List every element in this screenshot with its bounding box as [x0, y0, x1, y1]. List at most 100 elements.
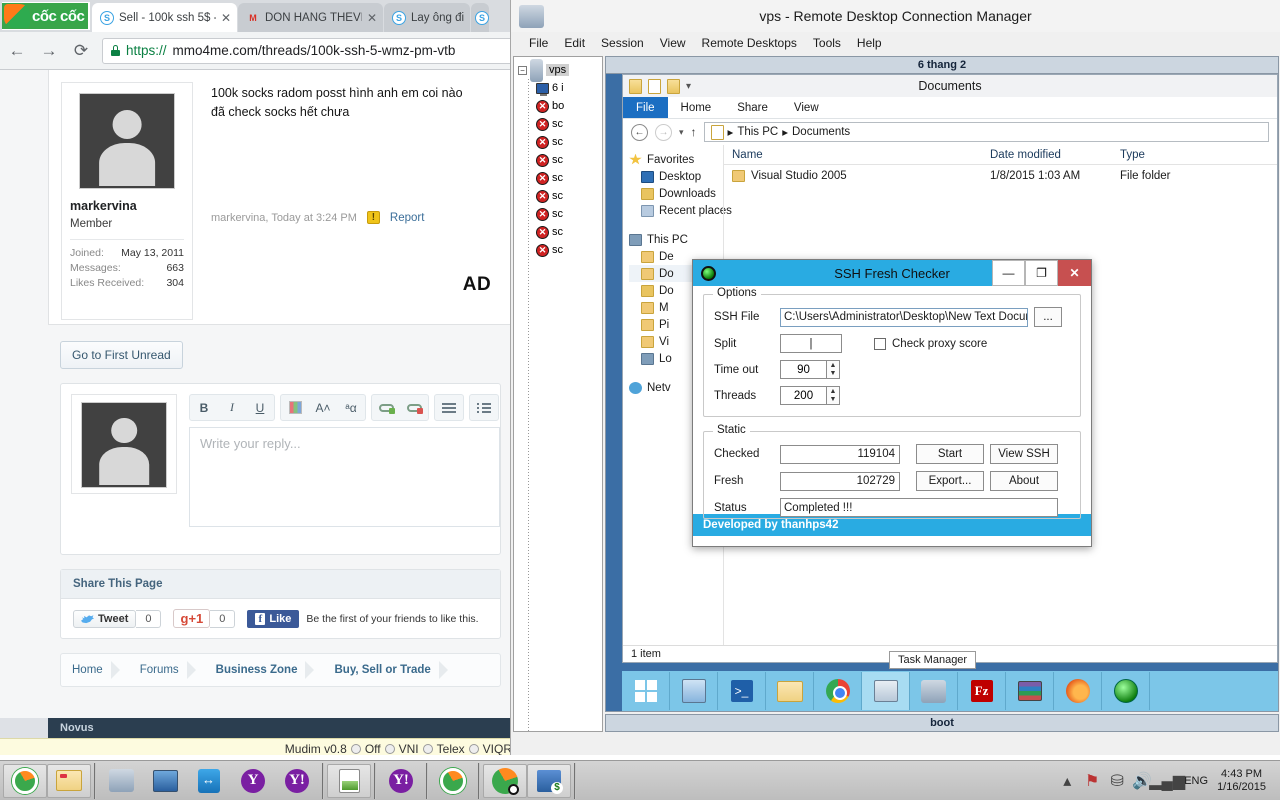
breadcrumb-forums[interactable]: Forums — [129, 664, 190, 676]
italic-button[interactable]: I — [218, 395, 246, 420]
facebook-like-button[interactable]: f Like — [247, 609, 300, 628]
breadcrumb-documents[interactable]: Documents — [792, 126, 850, 138]
export-button[interactable]: Export... — [916, 471, 984, 491]
tab-file[interactable]: File — [623, 97, 668, 118]
bullet-list-icon[interactable] — [470, 395, 498, 420]
language-indicator[interactable]: ENG — [1184, 775, 1208, 787]
font-family-icon[interactable]: ᵃα — [337, 395, 365, 420]
reply-textarea[interactable]: Write your reply... — [189, 427, 500, 527]
insert-link-icon[interactable] — [372, 395, 400, 420]
taskbar-rdp-manager[interactable] — [143, 764, 187, 798]
session-tab-header[interactable]: 6 thang 2 — [605, 56, 1279, 74]
collapse-icon[interactable]: − — [518, 65, 527, 75]
gplus-button[interactable]: g+1 — [173, 609, 211, 628]
close-icon[interactable]: ✕ — [221, 11, 231, 25]
reload-icon[interactable]: ⟳ — [70, 40, 92, 62]
start-button[interactable]: Start — [916, 444, 984, 464]
gplus-widget[interactable]: g+1 0 — [173, 609, 236, 628]
breadcrumb-business-zone[interactable]: Business Zone — [205, 664, 309, 676]
taskbar-teamviewer[interactable] — [187, 764, 231, 798]
tweet-button[interactable]: Tweet — [73, 609, 137, 628]
mudim-option-off[interactable]: Off — [365, 742, 381, 755]
file-list-row[interactable]: Visual Studio 2005 1/8/2015 1:03 AM File… — [724, 165, 1277, 187]
report-link[interactable]: Report — [390, 212, 425, 224]
menu-help[interactable]: Help — [857, 36, 882, 50]
column-type[interactable]: Type — [1112, 149, 1212, 161]
menu-edit[interactable]: Edit — [564, 36, 585, 50]
stepper-down-icon[interactable]: ▼ — [827, 370, 839, 379]
taskbar-filezilla[interactable]: Fz — [958, 672, 1006, 710]
taskbar-excel-remote[interactable] — [527, 763, 571, 798]
taskbar-remote-desktop[interactable] — [99, 764, 143, 798]
split-input[interactable]: | — [780, 334, 842, 353]
nav-downloads[interactable]: Downloads — [629, 185, 723, 202]
browser-tab-4[interactable]: S — [471, 3, 489, 32]
back-icon[interactable]: ← — [6, 40, 28, 62]
nav-recent-places[interactable]: Recent places — [629, 202, 732, 219]
taskbar-task-manager[interactable] — [862, 672, 910, 710]
tweet-widget[interactable]: Tweet 0 — [73, 609, 162, 628]
taskbar-coccoc-2[interactable] — [431, 764, 475, 798]
ssh-file-input[interactable]: C:\Users\Administrator\Desktop\New Text … — [780, 307, 1028, 327]
close-button[interactable]: ✕ — [1058, 260, 1091, 286]
nav-this-pc[interactable]: This PC — [629, 231, 723, 248]
usb-icon[interactable]: ⛁ — [1109, 773, 1125, 790]
stepper-down-icon[interactable]: ▼ — [827, 396, 839, 405]
radio-off[interactable] — [350, 744, 361, 754]
minimize-button[interactable]: — — [992, 260, 1025, 286]
nav-desktop[interactable]: Desktop — [629, 168, 723, 185]
radio-vni[interactable] — [384, 744, 395, 754]
browser-tab-3[interactable]: S Lay ông đi — [384, 3, 470, 32]
underline-button[interactable]: U — [246, 395, 274, 420]
tab-view[interactable]: View — [781, 97, 832, 118]
menu-view[interactable]: View — [660, 36, 686, 50]
volume-icon[interactable]: 🔊 — [1132, 773, 1152, 790]
column-date-modified[interactable]: Date modified — [982, 149, 1112, 161]
stepper-up-icon[interactable]: ▲ — [827, 387, 839, 396]
font-size-icon[interactable]: A˄ — [309, 395, 337, 420]
taskbar-yahoo-2[interactable]: Y! — [379, 764, 423, 798]
taskbar-coccoc-ball[interactable] — [483, 763, 527, 798]
timeout-stepper[interactable]: 90 ▲ ▼ — [780, 360, 840, 379]
taskbar-winrar[interactable] — [1006, 672, 1054, 710]
taskbar-ssh-checker[interactable] — [1102, 672, 1150, 710]
tab-share[interactable]: Share — [724, 97, 781, 118]
align-icon[interactable] — [435, 395, 463, 420]
bold-button[interactable]: B — [190, 395, 218, 420]
address-bar[interactable]: https:// mmo4me.com/threads/100k-ssh-5-wm… — [102, 37, 514, 64]
stepper-up-icon[interactable]: ▲ — [827, 361, 839, 370]
about-button[interactable]: About — [990, 471, 1058, 491]
taskbar-yahoo[interactable]: Y! — [275, 764, 319, 798]
mudim-option-telex[interactable]: Telex — [437, 742, 465, 755]
facebook-like-widget[interactable]: f Like Be the first of your friends to l… — [247, 609, 479, 628]
check-proxy-score-row[interactable]: Check proxy score — [874, 337, 987, 350]
browser-tab-1[interactable]: S Sell - 100k ssh 5$ - wm ✕ — [92, 3, 237, 32]
menu-remote-desktops[interactable]: Remote Desktops — [702, 36, 797, 50]
menu-file[interactable]: File — [529, 36, 548, 50]
remove-link-icon[interactable] — [400, 395, 428, 420]
forward-icon[interactable]: → — [38, 40, 60, 62]
radio-telex[interactable] — [422, 744, 433, 754]
mudim-option-viqr[interactable]: VIQR — [483, 742, 512, 755]
taskbar-coccoc[interactable] — [3, 763, 47, 798]
back-icon[interactable]: ← — [631, 123, 648, 141]
menu-tools[interactable]: Tools — [813, 36, 841, 50]
flag-alert-icon[interactable]: ⚑ — [1084, 773, 1100, 790]
taskbar-yahoo-messenger[interactable]: Y — [231, 764, 275, 798]
avatar[interactable] — [79, 93, 175, 189]
column-name[interactable]: Name — [724, 149, 982, 161]
menu-session[interactable]: Session — [601, 36, 644, 50]
tab-home[interactable]: Home — [668, 97, 725, 118]
timeout-value[interactable]: 90 — [780, 360, 826, 379]
up-icon[interactable]: ↑ — [691, 125, 697, 139]
author-name[interactable]: markervina — [70, 199, 184, 213]
ssh-titlebar[interactable]: SSH Fresh Checker — ❐ ✕ — [693, 260, 1091, 286]
session-bottom-tab[interactable]: boot — [605, 714, 1279, 732]
close-icon[interactable]: ✕ — [367, 11, 377, 25]
network-icon[interactable]: ▂▄▆ — [1149, 773, 1185, 790]
taskbar-server-manager[interactable] — [670, 672, 718, 710]
address-bar[interactable]: ▸ This PC ▸ Documents — [703, 122, 1269, 142]
taskbar-firefox[interactable] — [1054, 672, 1102, 710]
rdcman-server-tree[interactable]: − vps 6 i ✕ bo ✕ sc ✕ sc ✕ sc ✕ sc ✕ sc … — [513, 56, 603, 732]
taskbar-chrome[interactable] — [814, 672, 862, 710]
